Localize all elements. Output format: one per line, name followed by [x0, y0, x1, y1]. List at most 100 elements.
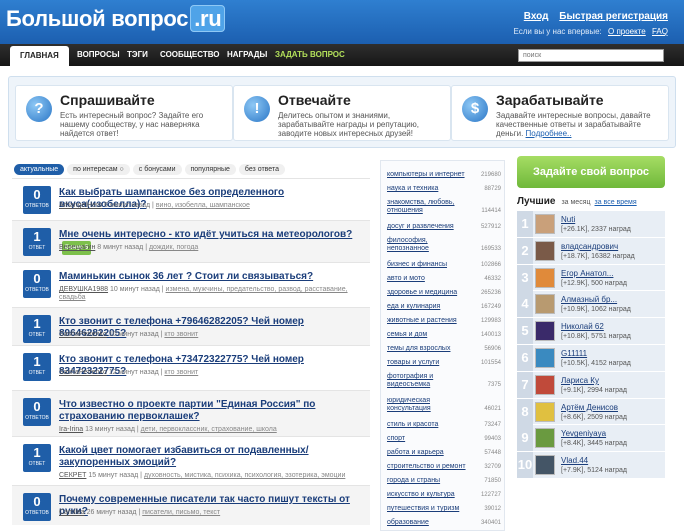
category-item[interactable]: наука и техника 88729	[387, 185, 501, 193]
avatar[interactable]	[535, 294, 555, 315]
tab-unanswered[interactable]: без ответа	[238, 164, 285, 175]
answer-count[interactable]: 0 ОТВЕТОВ	[23, 270, 51, 298]
leader-name[interactable]: Nuti	[561, 215, 575, 224]
avatar[interactable]	[535, 374, 555, 395]
category-item[interactable]: досуг и развлечения 527912	[387, 223, 501, 231]
period-all-time[interactable]: за все время	[595, 199, 637, 206]
nav-questions[interactable]: ВОПРОСЫ	[77, 44, 120, 66]
category-item[interactable]: работа и карьера 57448	[387, 449, 501, 457]
category-item[interactable]: здоровье и медицина 265236	[387, 289, 501, 297]
avatar[interactable]	[535, 321, 555, 342]
question-author[interactable]: ArhangelHero	[59, 202, 102, 209]
leader-name[interactable]: Егор Анатол...	[561, 269, 613, 278]
category-item[interactable]: товары и услуги 101554	[387, 359, 501, 367]
question-author[interactable]: SashaPetrenko	[59, 331, 107, 338]
category-item[interactable]: фотография и видеосъемка 7375	[387, 373, 501, 389]
category-item[interactable]: знакомства, любовь, отношения 114414	[387, 199, 501, 215]
avatar[interactable]	[535, 240, 555, 261]
search-input[interactable]	[518, 49, 664, 62]
question-author[interactable]: SashaPetrenko	[59, 369, 107, 376]
login-link[interactable]: Вход	[524, 11, 549, 22]
question-title[interactable]: Какой цвет помогает избавиться от подавл…	[59, 445, 364, 469]
faq-link[interactable]: FAQ	[652, 27, 668, 36]
answer-count[interactable]: 1 ОТВЕТ	[23, 228, 51, 256]
leader-name[interactable]: владсандрович	[561, 242, 618, 251]
question-tags[interactable]: вино, изобелла, шампанское	[156, 202, 250, 209]
more-link[interactable]: Подробнее..	[526, 129, 572, 138]
avatar[interactable]	[535, 214, 555, 234]
category-item[interactable]: животные и растения 129983	[387, 317, 501, 325]
leader-name[interactable]: Артём Денисов	[561, 403, 618, 412]
question-tags[interactable]: дети, первоклассник, страхование, школа	[141, 426, 277, 433]
category-item[interactable]: бизнес и финансы 102866	[387, 261, 501, 269]
about-link[interactable]: О проекте	[608, 27, 646, 36]
leader-name[interactable]: G11111	[561, 349, 587, 358]
nav-community[interactable]: СООБЩЕСТВО	[160, 44, 220, 66]
avatar[interactable]	[535, 347, 555, 368]
category-item[interactable]: темы для взрослых 56906	[387, 345, 501, 353]
category-item[interactable]: путешествия и туризм 39012	[387, 505, 501, 513]
nav-home[interactable]: ГЛАВНАЯ	[10, 46, 69, 66]
answer-count[interactable]: 1 ОТВЕТ	[23, 353, 51, 381]
answer-count[interactable]: 1 ОТВЕТ	[23, 315, 51, 343]
leader-row[interactable]: 2 владсандрович [+18.7K], 16382 наград	[517, 237, 665, 265]
category-item[interactable]: строительство и ремонт 32709	[387, 463, 501, 471]
leader-row[interactable]: 6 G11111 [+10.5K], 4152 наград	[517, 344, 665, 372]
leader-row[interactable]: 10 Vlad.44 [+7.9K], 5124 наград	[517, 452, 665, 479]
category-item[interactable]: города и страны 71850	[387, 477, 501, 485]
leader-row[interactable]: 1 Nuti [+26.1K], 2337 наград	[517, 211, 665, 238]
leader-row[interactable]: 9 Yevgeniyaya [+8.4K], 3445 наград	[517, 425, 665, 453]
leader-row[interactable]: 4 Алмазный бр... [+10.9K], 1062 наград	[517, 291, 665, 319]
question-tags[interactable]: кто звонит	[164, 369, 198, 376]
question-author[interactable]: ДЕВУШКА1988	[59, 286, 108, 293]
leader-row[interactable]: 7 Лариса Ку [+9.1K], 2994 наград	[517, 371, 665, 399]
site-logo[interactable]: Большой вопрос .ru	[6, 5, 226, 32]
nav-tags[interactable]: ТЭГИ	[127, 44, 148, 66]
question-tags[interactable]: духовность, мистика, психика, психология…	[144, 472, 345, 479]
leader-row[interactable]: 8 Артём Денисов [+8.6K], 2509 наград	[517, 398, 665, 426]
leader-row[interactable]: 5 Николай 62 [+10.8K], 5751 наград	[517, 318, 665, 345]
category-item[interactable]: стиль и красота 73247	[387, 421, 501, 429]
answer-count[interactable]: 0 ОТВЕТОВ	[23, 186, 51, 214]
tab-bonus[interactable]: с бонусами	[132, 164, 182, 175]
question-tags[interactable]: писатели, письмо, текст	[142, 509, 220, 516]
category-item[interactable]: компьютеры и интернет 219680	[387, 171, 501, 179]
register-link[interactable]: Быстрая регистрация	[559, 11, 668, 22]
tab-actual[interactable]: актуальные	[14, 164, 65, 175]
category-item[interactable]: философия, непознанное 169533	[387, 237, 501, 253]
leader-name[interactable]: Алмазный бр...	[561, 295, 617, 304]
answer-count[interactable]: 0 ОТВЕТОВ	[23, 493, 51, 521]
answer-count[interactable]: 1 ОТВЕТ	[23, 444, 51, 472]
question-title[interactable]: Что известно о проекте партии "Единая Ро…	[59, 399, 364, 423]
avatar[interactable]	[535, 401, 555, 422]
category-item[interactable]: образование 340401	[387, 519, 501, 527]
category-item[interactable]: семья и дом 140013	[387, 331, 501, 339]
category-item[interactable]: искусство и культура 122727	[387, 491, 501, 499]
answer-count[interactable]: 0 ОТВЕТОВ	[23, 398, 51, 426]
tab-popular[interactable]: популярные	[184, 164, 236, 175]
period-month[interactable]: за месяц	[561, 199, 590, 206]
leader-name[interactable]: Лариса Ку	[561, 376, 599, 385]
question-author[interactable]: СЕКРЕТ	[59, 472, 86, 479]
question-title[interactable]: Маминькин сынок 36 лет ? Стоит ли связыв…	[59, 271, 364, 283]
ask-question-button[interactable]: Задайте свой вопрос	[517, 156, 665, 188]
leader-name[interactable]: Yevgeniyaya	[561, 429, 606, 438]
category-item[interactable]: авто и мото 46332	[387, 275, 501, 283]
nav-ask-question[interactable]: ЗАДАТЬ ВОПРОС	[275, 44, 345, 66]
question-author[interactable]: Ira-Irina	[59, 426, 83, 433]
category-item[interactable]: юридическая консультация 46021	[387, 397, 501, 413]
nav-awards[interactable]: НАГРАДЫ	[227, 44, 267, 66]
avatar[interactable]	[535, 267, 555, 288]
category-item[interactable]: спорт 99403	[387, 435, 501, 443]
question-tags[interactable]: кто звонит	[164, 331, 198, 338]
avatar[interactable]	[535, 455, 555, 476]
question-author[interactable]: Camileа	[59, 509, 85, 516]
leader-name[interactable]: Vlad.44	[561, 456, 588, 465]
category-item[interactable]: еда и кулинария 167249	[387, 303, 501, 311]
tab-interests[interactable]: по интересам ○	[67, 164, 130, 175]
leader-row[interactable]: 3 Егор Анатол... [+12.9K], 500 наград	[517, 264, 665, 292]
leader-name[interactable]: Николай 62	[561, 322, 604, 331]
question-author[interactable]: Верещагин	[59, 244, 95, 251]
avatar[interactable]	[535, 428, 555, 449]
question-tags[interactable]: дождик, погода	[149, 244, 198, 251]
